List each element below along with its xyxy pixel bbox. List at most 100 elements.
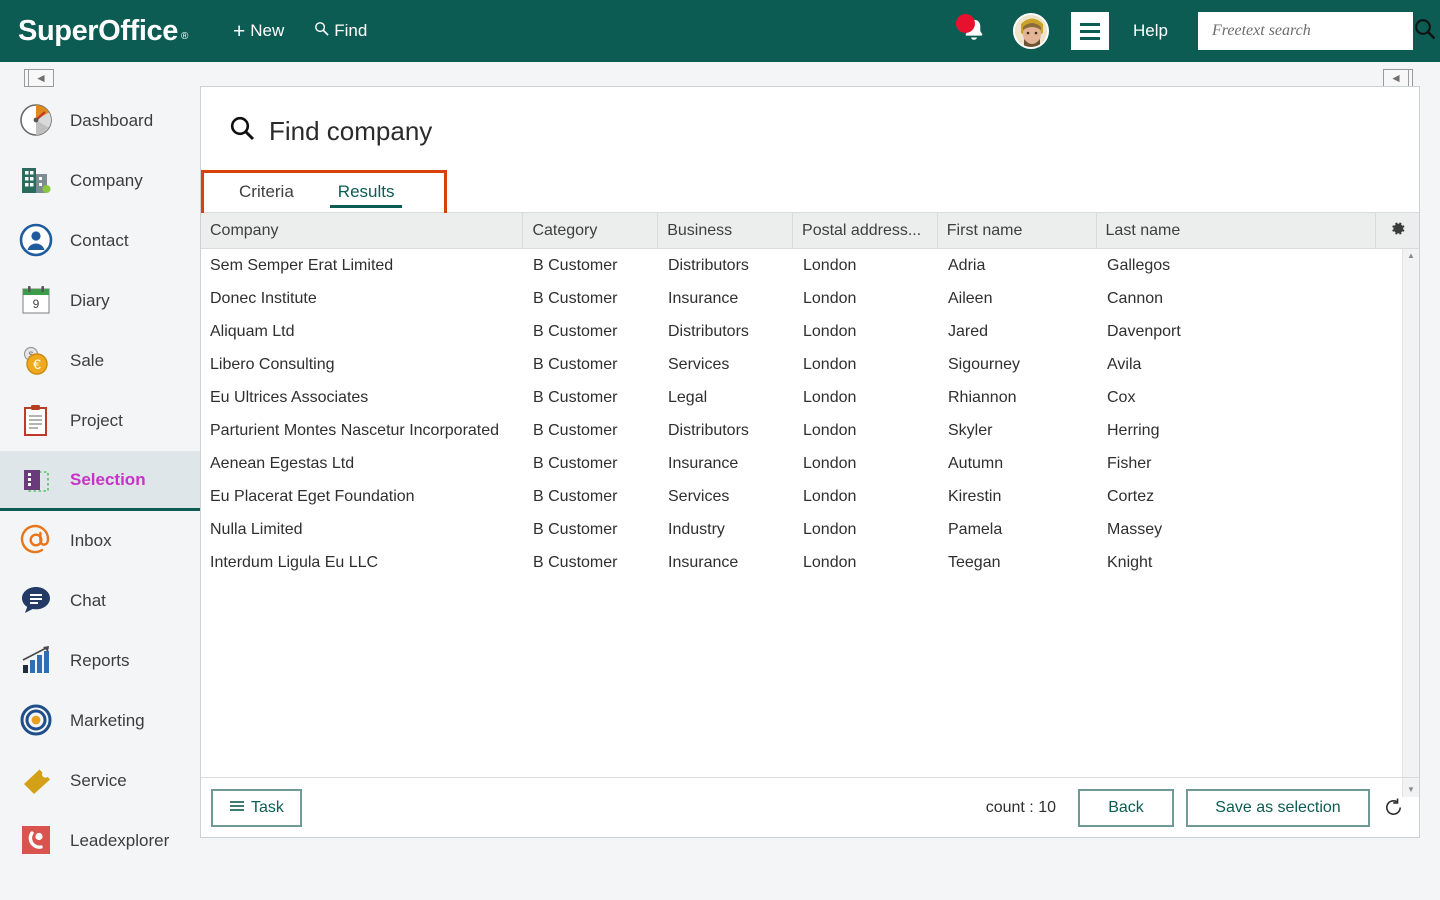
notifications-button[interactable] <box>953 10 995 52</box>
calendar-icon: 9 <box>18 282 56 320</box>
cell-last-name: Cox <box>1107 388 1136 406</box>
cell-company: Nulla Limited <box>210 520 303 538</box>
cell-category: B Customer <box>533 256 618 274</box>
table-row[interactable]: Sem Semper Erat Limited B Customer Distrib… <box>201 249 1402 282</box>
new-button[interactable]: + New <box>233 21 284 42</box>
cell-business: Distributors <box>668 322 749 340</box>
sidebar-item-project[interactable]: Project <box>0 391 200 451</box>
column-header-business[interactable]: Business <box>658 213 794 248</box>
back-button[interactable]: Back <box>1078 788 1174 827</box>
cell-company: Sem Semper Erat Limited <box>210 256 394 274</box>
table-row[interactable]: Eu Placerat Eget Foundation B Customer Ser… <box>201 480 1402 513</box>
notification-badge-dot <box>956 14 976 33</box>
save-as-selection-button[interactable]: Save as selection <box>1186 788 1370 827</box>
sidebar-item-label: Leadexplorer <box>70 831 170 850</box>
find-button[interactable]: Find <box>314 21 367 41</box>
new-button-label: New <box>250 21 285 40</box>
table-row[interactable]: Aliquam Ltd B Customer Distributors London J… <box>201 315 1402 348</box>
cell-postal-address: London <box>803 421 857 439</box>
sidebar-item-dashboard[interactable]: Dashboard <box>0 91 200 151</box>
sidebar-item-marketing[interactable]: Marketing <box>0 691 200 751</box>
task-button[interactable]: Task <box>211 788 302 827</box>
find-company-card: Find company Criteria Results Company Cat… <box>200 86 1420 838</box>
ticket-icon <box>18 762 56 800</box>
scroll-up-arrow-icon[interactable]: ▲ <box>1407 252 1415 260</box>
panel-collapse-button[interactable]: ◄ <box>1383 69 1413 87</box>
column-header-category[interactable]: Category <box>523 213 659 248</box>
table-row[interactable]: Donec Institute B Customer Insurance London… <box>201 282 1402 315</box>
cell-business: Insurance <box>668 289 739 307</box>
table-row[interactable]: Interdum Ligula Eu LLC B Customer Insuranc… <box>201 546 1402 579</box>
cell-category: B Customer <box>533 454 618 472</box>
column-header-postal-address[interactable]: Postal address... <box>793 213 938 248</box>
cell-category: B Customer <box>533 520 618 538</box>
hamburger-menu-button[interactable] <box>1071 12 1110 50</box>
back-button-label: Back <box>1108 798 1144 816</box>
magnifier-icon <box>229 115 255 148</box>
tab-criteria[interactable]: Criteria <box>217 172 316 212</box>
cell-last-name: Gallegos <box>1107 256 1171 274</box>
cell-last-name: Massey <box>1107 520 1163 538</box>
column-header-first-name[interactable]: First name <box>938 213 1097 248</box>
freetext-search-box[interactable] <box>1198 12 1436 50</box>
sidebar-item-label: Dashboard <box>70 111 154 130</box>
cell-company: Parturient Montes Nascetur Incorporated <box>210 421 500 439</box>
table-body: Sem Semper Erat Limited B Customer Distrib… <box>201 249 1419 797</box>
sidebar-item-chat[interactable]: Chat <box>0 571 200 631</box>
table-row[interactable]: Aenean Egestas Ltd B Customer Insurance Lon… <box>201 447 1402 480</box>
cell-postal-address: London <box>803 553 857 571</box>
sidebar-collapse-button[interactable]: ◄ <box>24 69 54 87</box>
selection-icon <box>18 461 56 499</box>
cell-first-name: Autumn <box>948 454 1004 472</box>
cell-business: Services <box>668 355 730 373</box>
building-icon <box>18 162 56 200</box>
gauge-icon <box>18 102 56 140</box>
vertical-scrollbar[interactable]: ▲ ▼ <box>1402 249 1419 797</box>
user-avatar[interactable] <box>1013 13 1050 49</box>
sidebar-item-diary[interactable]: 9 Diary <box>0 271 200 331</box>
tab-results[interactable]: Results <box>316 172 417 212</box>
find-button-label: Find <box>334 21 368 40</box>
top-header-bar: SuperOffice ® + New Find Help Freetext s… <box>0 0 1440 62</box>
task-button-label: Task <box>251 798 284 816</box>
table-rows-area: Sem Semper Erat Limited B Customer Distrib… <box>201 249 1402 797</box>
column-header-last-name[interactable]: Last name <box>1097 213 1377 248</box>
cell-category: B Customer <box>533 487 618 505</box>
table-row[interactable]: Libero Consulting B Customer Services Londo… <box>201 348 1402 381</box>
hamburger-line <box>1080 22 1101 26</box>
help-link[interactable]: Help <box>1133 21 1168 41</box>
table-row[interactable]: Parturient Montes Nascetur Incorporated B… <box>201 414 1402 447</box>
page-title: Find company <box>201 87 1419 148</box>
table-row[interactable]: Nulla Limited B Customer Industry London Pam… <box>201 513 1402 546</box>
cell-category: B Customer <box>533 322 618 340</box>
sidebar-item-reports[interactable]: Reports <box>0 631 200 691</box>
sidebar-item-company[interactable]: Company <box>0 151 200 211</box>
table-row[interactable]: Eu Ultrices Associates B Customer Legal Lon… <box>201 381 1402 414</box>
tab-bar: Criteria Results <box>201 170 1419 217</box>
search-input[interactable] <box>1210 21 1414 41</box>
sidebar-item-label: Project <box>70 411 123 430</box>
sidebar-item-service[interactable]: Service <box>0 751 200 811</box>
sidebar-item-label: Contact <box>70 231 129 250</box>
hamburger-line <box>1080 29 1101 33</box>
search-submit-icon[interactable] <box>1414 18 1436 45</box>
superoffice-logo[interactable]: SuperOffice ® <box>18 15 188 48</box>
sidebar-item-selection[interactable]: Selection <box>0 451 200 511</box>
cell-business: Insurance <box>668 553 739 571</box>
hamburger-icon <box>229 799 245 817</box>
result-count-label: count : 10 <box>985 798 1056 816</box>
chat-bubble-icon <box>18 582 56 620</box>
refresh-icon[interactable] <box>1380 797 1406 818</box>
cell-first-name: Adria <box>948 256 986 274</box>
sidebar-item-label: Diary <box>70 291 110 310</box>
cell-company: Aenean Egestas Ltd <box>210 454 355 472</box>
sidebar-item-sale[interactable]: $ € Sale <box>0 331 200 391</box>
column-settings-button[interactable] <box>1376 213 1419 248</box>
sidebar-item-leadexplorer[interactable]: Leadexplorer <box>0 811 200 871</box>
column-header-company[interactable]: Company <box>201 213 524 248</box>
sidebar-item-label: Service <box>70 771 127 790</box>
cell-postal-address: London <box>803 520 857 538</box>
sidebar-item-contact[interactable]: Contact <box>0 211 200 271</box>
sidebar-item-inbox[interactable]: Inbox <box>0 511 200 571</box>
gear-icon <box>1388 219 1407 243</box>
